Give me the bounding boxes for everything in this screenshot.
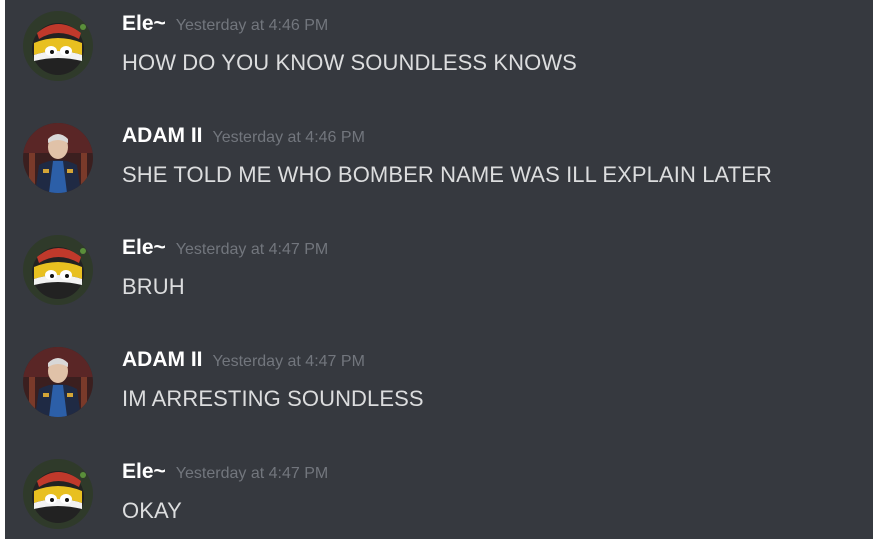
message-item: Ele~ Yesterday at 4:46 PM HOW DO YOU KNOW… <box>5 0 873 100</box>
message-author[interactable]: Ele~ <box>122 236 166 259</box>
message-text: SHE TOLD ME WHO BOMBER NAME WAS ILL EXPL… <box>122 162 772 187</box>
message-author[interactable]: Ele~ <box>122 460 166 483</box>
message-timestamp: Yesterday at 4:46 PM <box>212 129 365 146</box>
message-timestamp: Yesterday at 4:47 PM <box>212 353 365 370</box>
message-item: ADAM II Yesterday at 4:47 PM IM ARRESTING… <box>5 336 873 436</box>
message-author[interactable]: ADAM II <box>122 348 203 371</box>
message-item: Ele~ Yesterday at 4:47 PM BRUH <box>5 224 873 324</box>
portrait-avatar-icon[interactable] <box>23 347 93 417</box>
message-text: OKAY <box>122 498 182 523</box>
message-timestamp: Yesterday at 4:47 PM <box>175 241 329 258</box>
message-item: ADAM II Yesterday at 4:46 PM SHE TOLD ME … <box>5 112 873 212</box>
message-author[interactable]: Ele~ <box>122 12 166 35</box>
message-item: Ele~ Yesterday at 4:47 PM OKAY <box>5 448 873 539</box>
chat-message-list: Ele~ Yesterday at 4:46 PM HOW DO YOU KNOW… <box>5 0 873 539</box>
countryball-avatar-icon[interactable] <box>23 459 93 529</box>
message-timestamp: Yesterday at 4:47 PM <box>175 465 329 482</box>
message-timestamp: Yesterday at 4:46 PM <box>175 17 329 34</box>
message-text: HOW DO YOU KNOW SOUNDLESS KNOWS <box>122 50 577 75</box>
message-text: IM ARRESTING SOUNDLESS <box>122 386 424 411</box>
message-text: BRUH <box>122 274 185 299</box>
message-author[interactable]: ADAM II <box>122 124 203 147</box>
countryball-avatar-icon[interactable] <box>23 11 93 81</box>
countryball-avatar-icon[interactable] <box>23 235 93 305</box>
portrait-avatar-icon[interactable] <box>23 123 93 193</box>
